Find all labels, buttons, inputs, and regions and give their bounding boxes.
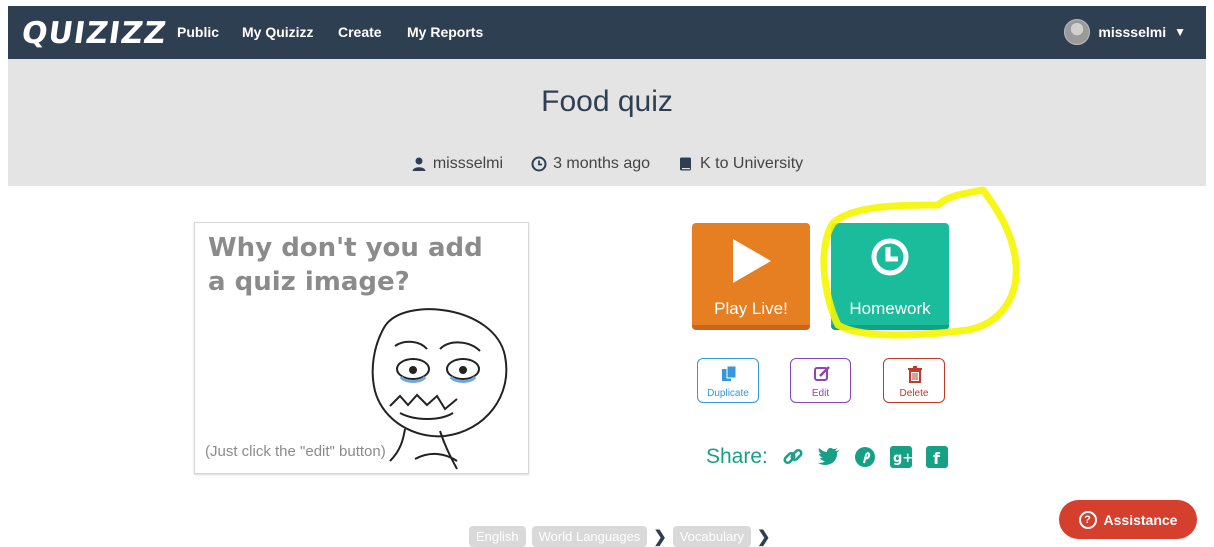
grade-meta: K to University — [678, 155, 803, 173]
tag-english[interactable]: English — [469, 526, 526, 547]
user-icon — [412, 157, 426, 171]
user-menu[interactable]: missselmi ▼ — [1064, 18, 1186, 46]
book-icon — [680, 157, 692, 171]
chevron-right-icon: ❯ — [653, 528, 667, 546]
facebook-icon[interactable]: f — [925, 446, 948, 468]
svg-text:f: f — [933, 449, 941, 468]
tag-world-languages[interactable]: World Languages — [531, 526, 648, 547]
placeholder-headline: Why don't you add a quiz image? — [208, 233, 483, 297]
assistance-button[interactable]: ? Assistance — [1059, 500, 1197, 539]
author-name: missselmi — [432, 155, 504, 172]
author-meta: missselmi — [411, 155, 503, 173]
twitter-icon[interactable] — [817, 446, 840, 468]
username: missselmi — [1098, 24, 1167, 40]
svg-text:g+: g+ — [893, 451, 912, 466]
link-icon[interactable] — [782, 446, 804, 468]
edit-label: Edit — [811, 388, 830, 399]
chevron-right-icon: ❯ — [757, 528, 771, 546]
homework-label: Homework — [849, 299, 931, 318]
top-navbar: QUIZIZZ Public My Quizizz Create My Repo… — [8, 6, 1206, 59]
avatar — [1064, 19, 1091, 45]
page-title: Food quiz — [541, 85, 673, 118]
subject-tags: English World Languages ❯ Vocabulary ❯ — [469, 526, 770, 547]
homework-button[interactable]: Homework — [831, 223, 949, 330]
delete-button[interactable]: Delete — [883, 358, 945, 403]
edit-button[interactable]: Edit — [790, 358, 851, 403]
nav-my-quizizz[interactable]: My Quizizz — [242, 24, 314, 40]
clock-icon — [531, 156, 547, 172]
delete-label: Delete — [899, 388, 929, 399]
duplicate-button[interactable]: Duplicate — [697, 358, 759, 403]
quiz-image-placeholder: Why don't you add a quiz image? (Just cl… — [194, 222, 529, 474]
nav-create[interactable]: Create — [338, 24, 382, 40]
edit-icon — [814, 366, 830, 381]
duplicate-icon — [722, 365, 737, 381]
trash-icon — [908, 366, 922, 383]
nav-my-reports[interactable]: My Reports — [407, 24, 483, 40]
clock-icon — [871, 238, 909, 276]
pinterest-icon[interactable] — [854, 446, 876, 468]
quiz-age: 3 months ago — [553, 155, 651, 172]
play-live-button[interactable]: Play Live! — [692, 223, 810, 330]
share-label: Share: — [706, 445, 768, 468]
duplicate-label: Duplicate — [707, 388, 749, 399]
tag-vocabulary[interactable]: Vocabulary — [672, 526, 752, 547]
share-row: Share: g+ f — [706, 445, 948, 469]
quizizz-logo[interactable]: QUIZIZZ — [20, 16, 169, 51]
play-icon — [733, 239, 771, 283]
quiz-header: Food quiz missselmi 3 months ago K to Un… — [8, 59, 1206, 186]
age-meta: 3 months ago — [531, 155, 650, 173]
nav-public[interactable]: Public — [177, 24, 219, 40]
google-plus-icon[interactable]: g+ — [889, 446, 912, 468]
placeholder-hint: (Just click the "edit" button) — [205, 443, 386, 460]
quiz-meta: missselmi 3 months ago K to University — [8, 155, 1206, 173]
help-icon: ? — [1078, 510, 1097, 529]
quiz-grade: K to University — [700, 155, 804, 172]
play-live-label: Play Live! — [714, 299, 788, 318]
assistance-label: Assistance — [1103, 511, 1178, 528]
caret-down-icon: ▼ — [1174, 25, 1186, 39]
